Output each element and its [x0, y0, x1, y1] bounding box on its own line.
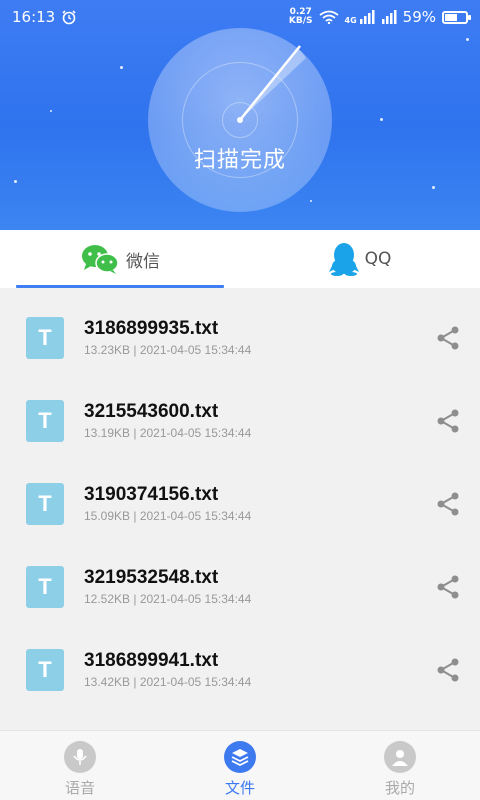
share-icon[interactable]: [436, 658, 460, 682]
text-file-icon: T: [26, 648, 64, 691]
file-name: 3190374156.txt: [84, 484, 219, 505]
battery-percent: 59%: [402, 8, 436, 26]
file-name: 3186899935.txt: [84, 318, 219, 339]
nav-item-profile[interactable]: 我的: [320, 731, 480, 800]
file-name: 3186899941.txt: [84, 650, 219, 671]
list-item[interactable]: T 3190374156.txt 15.09KB | 2021-04-05 15…: [0, 462, 480, 545]
text-file-icon: T: [26, 399, 64, 442]
share-icon[interactable]: [436, 326, 460, 350]
bottom-nav: 语音 文件 我的: [0, 730, 480, 800]
share-icon[interactable]: [436, 409, 460, 433]
qq-icon: [328, 243, 359, 276]
share-icon[interactable]: [436, 575, 460, 599]
network-type-label: 4G: [344, 16, 357, 25]
wechat-icon: [82, 245, 119, 274]
clock-time: 16:13: [12, 8, 56, 26]
file-list: T 3186899935.txt 13.23KB | 2021-04-05 15…: [0, 296, 480, 711]
nav-item-files[interactable]: 文件: [160, 731, 320, 800]
tab-wechat[interactable]: 微信: [0, 230, 240, 288]
file-meta: 13.19KB | 2021-04-05 15:34:44: [84, 426, 252, 440]
file-meta: 12.52KB | 2021-04-05 15:34:44: [84, 592, 252, 606]
nav-item-voice[interactable]: 语音: [0, 731, 160, 800]
source-tabs: 微信 QQ: [0, 230, 480, 288]
radar-sweep: [237, 45, 306, 123]
battery-icon: [442, 10, 471, 24]
wifi-icon: [318, 10, 339, 24]
text-file-icon: T: [26, 482, 64, 525]
file-meta: 15.09KB | 2021-04-05 15:34:44: [84, 509, 252, 523]
signal-icon: [359, 10, 375, 24]
layers-icon: [224, 741, 256, 773]
nav-label-files: 文件: [224, 779, 255, 797]
radar-scanner: [148, 28, 332, 212]
scan-header: 16:13 0.27 KB/S 4G 59% 扫描完成: [0, 0, 480, 230]
file-name: 3219532548.txt: [84, 567, 219, 588]
file-meta: 13.42KB | 2021-04-05 15:34:44: [84, 675, 252, 689]
microphone-icon: [64, 741, 96, 773]
user-icon: [384, 741, 416, 773]
nav-label-profile: 我的: [384, 779, 415, 797]
text-file-icon: T: [26, 565, 64, 608]
text-file-icon: T: [26, 316, 64, 359]
tab-qq-label: QQ: [364, 249, 392, 269]
tab-qq[interactable]: QQ: [240, 230, 480, 288]
share-icon[interactable]: [436, 492, 460, 516]
scan-status-title: 扫描完成: [193, 148, 286, 173]
list-item[interactable]: T 3219532548.txt 12.52KB | 2021-04-05 15…: [0, 545, 480, 628]
network-speed: 0.27 KB/S: [288, 7, 313, 26]
signal-icon-secondary: [381, 10, 397, 24]
nav-label-voice: 语音: [64, 779, 95, 797]
alarm-icon: [62, 10, 76, 25]
file-meta: 13.23KB | 2021-04-05 15:34:44: [84, 343, 252, 357]
list-item[interactable]: T 3215543600.txt 13.19KB | 2021-04-05 15…: [0, 379, 480, 462]
active-tab-indicator: [16, 285, 224, 288]
list-item[interactable]: T 3186899941.txt 13.42KB | 2021-04-05 15…: [0, 628, 480, 711]
list-item[interactable]: T 3186899935.txt 13.23KB | 2021-04-05 15…: [0, 296, 480, 379]
tab-wechat-label: 微信: [126, 251, 160, 272]
file-name: 3215543600.txt: [84, 401, 219, 422]
